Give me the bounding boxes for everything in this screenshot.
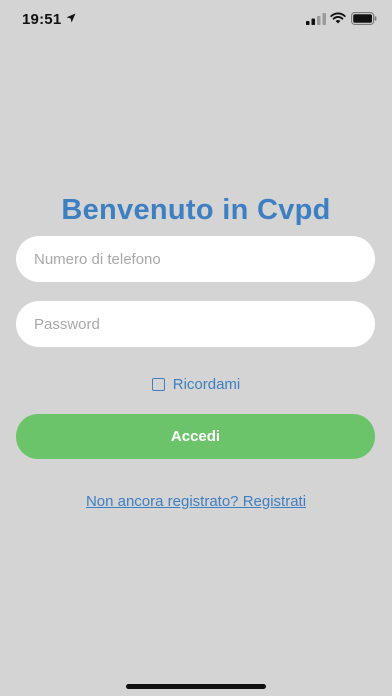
page-title: Benvenuto in Cvpd: [61, 194, 331, 226]
register-link[interactable]: Non ancora registrato? Registrati: [0, 493, 392, 510]
battery-icon: [351, 12, 377, 25]
home-indicator: [126, 684, 266, 689]
status-bar: 19:51: [0, 0, 392, 40]
remember-me-label[interactable]: Ricordami: [173, 376, 241, 393]
wifi-icon: [330, 12, 346, 24]
status-time: 19:51: [22, 11, 62, 28]
remember-me-checkbox[interactable]: [151, 378, 165, 391]
password-input[interactable]: [16, 301, 375, 347]
login-button[interactable]: Accedi: [16, 414, 375, 459]
location-arrow-icon: [66, 13, 76, 23]
phone-number-input[interactable]: [16, 236, 375, 282]
remember-me-row[interactable]: Ricordami: [0, 376, 392, 393]
cellular-signal-icon: [306, 13, 326, 25]
